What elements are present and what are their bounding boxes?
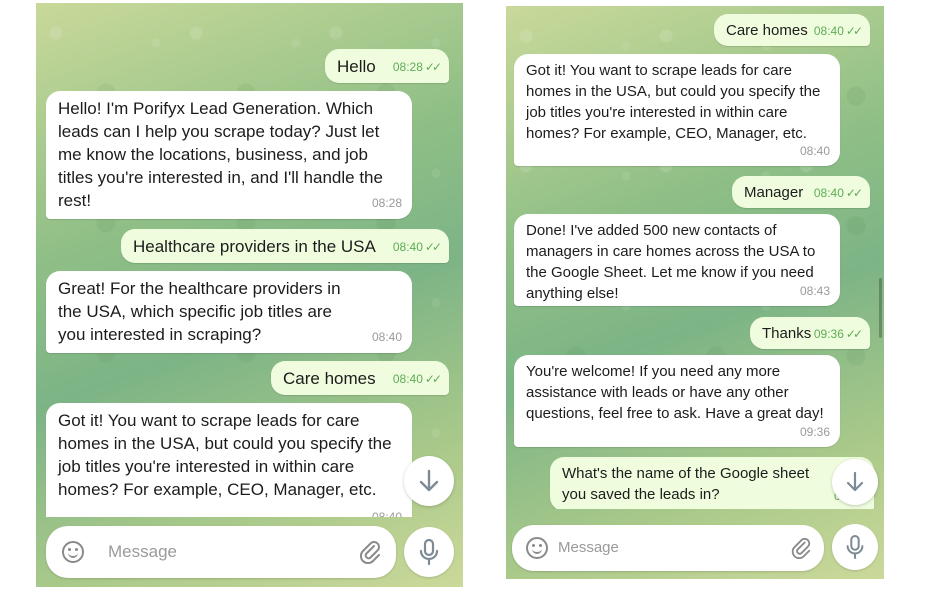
message-text: Healthcare providers in the USA: [133, 237, 376, 256]
microphone-button[interactable]: [404, 527, 454, 577]
message-text: Care homes: [726, 22, 808, 39]
message-bubble[interactable]: Healthcare providers in the USA 08:40 ✓✓: [121, 229, 449, 263]
message-input-bar[interactable]: Message: [46, 526, 396, 578]
message-bubble[interactable]: Care homes 08:40 ✓✓: [714, 14, 870, 46]
double-check-icon: ✓✓: [845, 327, 863, 341]
message-bubble[interactable]: Hello 08:28 ✓✓: [325, 49, 449, 83]
message-list: Care homes 08:40 ✓✓ Got it! You want to s…: [506, 6, 884, 509]
message-text: Got it! You want to scrape leads for car…: [526, 62, 821, 142]
message-time: 09:36: [799, 425, 830, 439]
message-bubble[interactable]: Done! I've added 500 new contacts of man…: [514, 214, 840, 306]
scroll-down-button[interactable]: [404, 456, 454, 506]
double-check-icon: ✓✓: [424, 372, 442, 386]
smile-icon[interactable]: [62, 541, 84, 563]
microphone-icon: [846, 534, 864, 560]
message-time: 08:40: [371, 330, 402, 344]
message-input[interactable]: Message: [108, 542, 177, 562]
message-text: Great! For the healthcare providers in t…: [58, 279, 341, 344]
message-meta: 08:40 ✓✓: [392, 372, 442, 386]
message-bubble[interactable]: Thanks 09:36 ✓✓: [750, 317, 870, 349]
paperclip-icon[interactable]: [358, 540, 382, 564]
chevron-down-icon: [419, 469, 439, 492]
double-check-icon: ✓✓: [845, 24, 863, 38]
double-check-icon: ✓✓: [424, 60, 442, 74]
message-text: Done! I've added 500 new contacts of man…: [526, 222, 816, 302]
message-text: Manager: [744, 184, 804, 201]
scrollbar[interactable]: [879, 278, 882, 338]
message-text: Hello! I'm Porifyx Lead Generation. Whic…: [58, 99, 383, 210]
message-meta: 08:40 ✓✓: [813, 24, 863, 38]
message-bubble[interactable]: You're welcome! If you need any more ass…: [514, 355, 840, 447]
message-text: Thanks: [762, 325, 812, 342]
double-check-icon: ✓✓: [845, 186, 863, 200]
message-meta: 08:40 ✓✓: [392, 240, 442, 254]
message-bubble[interactable]: Manager 08:40 ✓✓: [732, 176, 870, 208]
message-meta: 08:28 ✓✓: [392, 60, 442, 74]
chevron-down-icon: [846, 471, 864, 492]
message-bubble[interactable]: Got it! You want to scrape leads for car…: [46, 403, 412, 517]
message-bubble[interactable]: Great! For the healthcare providers in t…: [46, 271, 412, 353]
chat-screen-right: Care homes 08:40 ✓✓ Got it! You want to s…: [506, 6, 884, 579]
microphone-button[interactable]: [832, 524, 878, 570]
paperclip-icon[interactable]: [790, 537, 812, 559]
double-check-icon: ✓✓: [424, 240, 442, 254]
message-text: Care homes: [283, 369, 376, 388]
microphone-icon: [419, 538, 439, 566]
message-bubble[interactable]: Got it! You want to scrape leads for car…: [514, 54, 840, 166]
message-meta: 08:40 ✓✓: [813, 186, 863, 200]
message-text: You're welcome! If you need any more ass…: [526, 363, 824, 422]
message-time: 08:28: [371, 196, 402, 210]
message-input-bar[interactable]: Message: [512, 525, 824, 571]
message-time: 08:43: [799, 284, 830, 298]
message-list: Hello 08:28 ✓✓ Hello! I'm Porifyx Lead Ge…: [36, 3, 463, 517]
smile-icon[interactable]: [526, 537, 548, 559]
message-bubble[interactable]: What's the name of the Google sheet you …: [550, 457, 874, 509]
message-bubble[interactable]: Hello! I'm Porifyx Lead Generation. Whic…: [46, 91, 412, 219]
message-time: 08:40: [371, 510, 402, 517]
message-input[interactable]: Message: [558, 539, 619, 556]
message-meta: 09:36 ✓✓: [813, 327, 863, 341]
message-text: Got it! You want to scrape leads for car…: [58, 411, 392, 499]
message-text: Hello: [337, 57, 376, 76]
message-text: What's the name of the Google sheet you …: [562, 465, 810, 503]
message-bubble[interactable]: Care homes 08:40 ✓✓: [271, 361, 449, 395]
scroll-down-button[interactable]: [832, 459, 878, 505]
chat-screen-left: Hello 08:28 ✓✓ Hello! I'm Porifyx Lead Ge…: [36, 3, 463, 587]
message-time: 08:40: [799, 144, 830, 158]
